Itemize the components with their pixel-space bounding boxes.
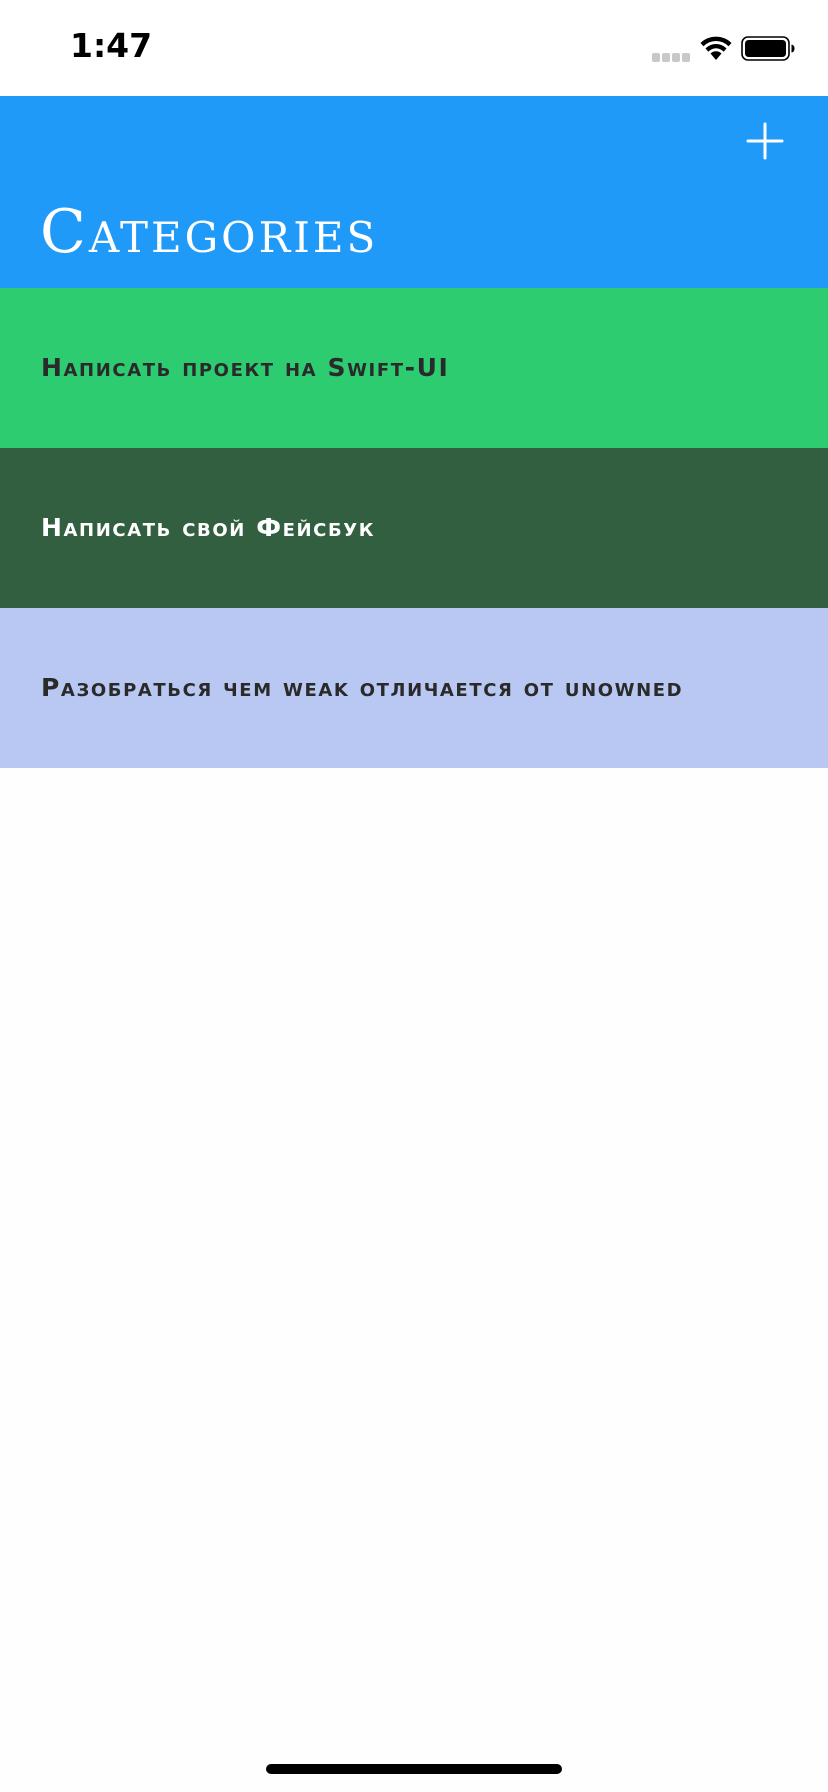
home-indicator[interactable] — [266, 1764, 562, 1774]
category-title: Разобраться чем weak отличается от unown… — [41, 673, 684, 702]
category-title: Написать проект на Swift-UI — [41, 353, 450, 382]
status-bar: 1:47 — [0, 0, 828, 96]
app-screen: 1:47 Categories Написать проект на Swift… — [0, 0, 828, 1792]
plus-icon[interactable] — [745, 121, 785, 161]
category-row[interactable]: Разобраться чем weak отличается от unown… — [0, 608, 828, 768]
navigation-bar: Categories — [0, 96, 828, 288]
page-title: Categories — [40, 197, 379, 267]
battery-icon — [741, 36, 795, 61]
category-row[interactable]: Написать свой Фейсбук — [0, 448, 828, 608]
signal-bar — [662, 53, 670, 62]
signal-bar — [652, 53, 660, 62]
cellular-signal-icon — [652, 53, 690, 62]
signal-bar — [682, 53, 690, 62]
signal-bar — [672, 53, 680, 62]
category-row[interactable]: Написать проект на Swift-UI — [0, 288, 828, 448]
status-time: 1:47 — [70, 26, 153, 65]
wifi-icon — [700, 36, 732, 60]
category-title: Написать свой Фейсбук — [41, 513, 376, 542]
